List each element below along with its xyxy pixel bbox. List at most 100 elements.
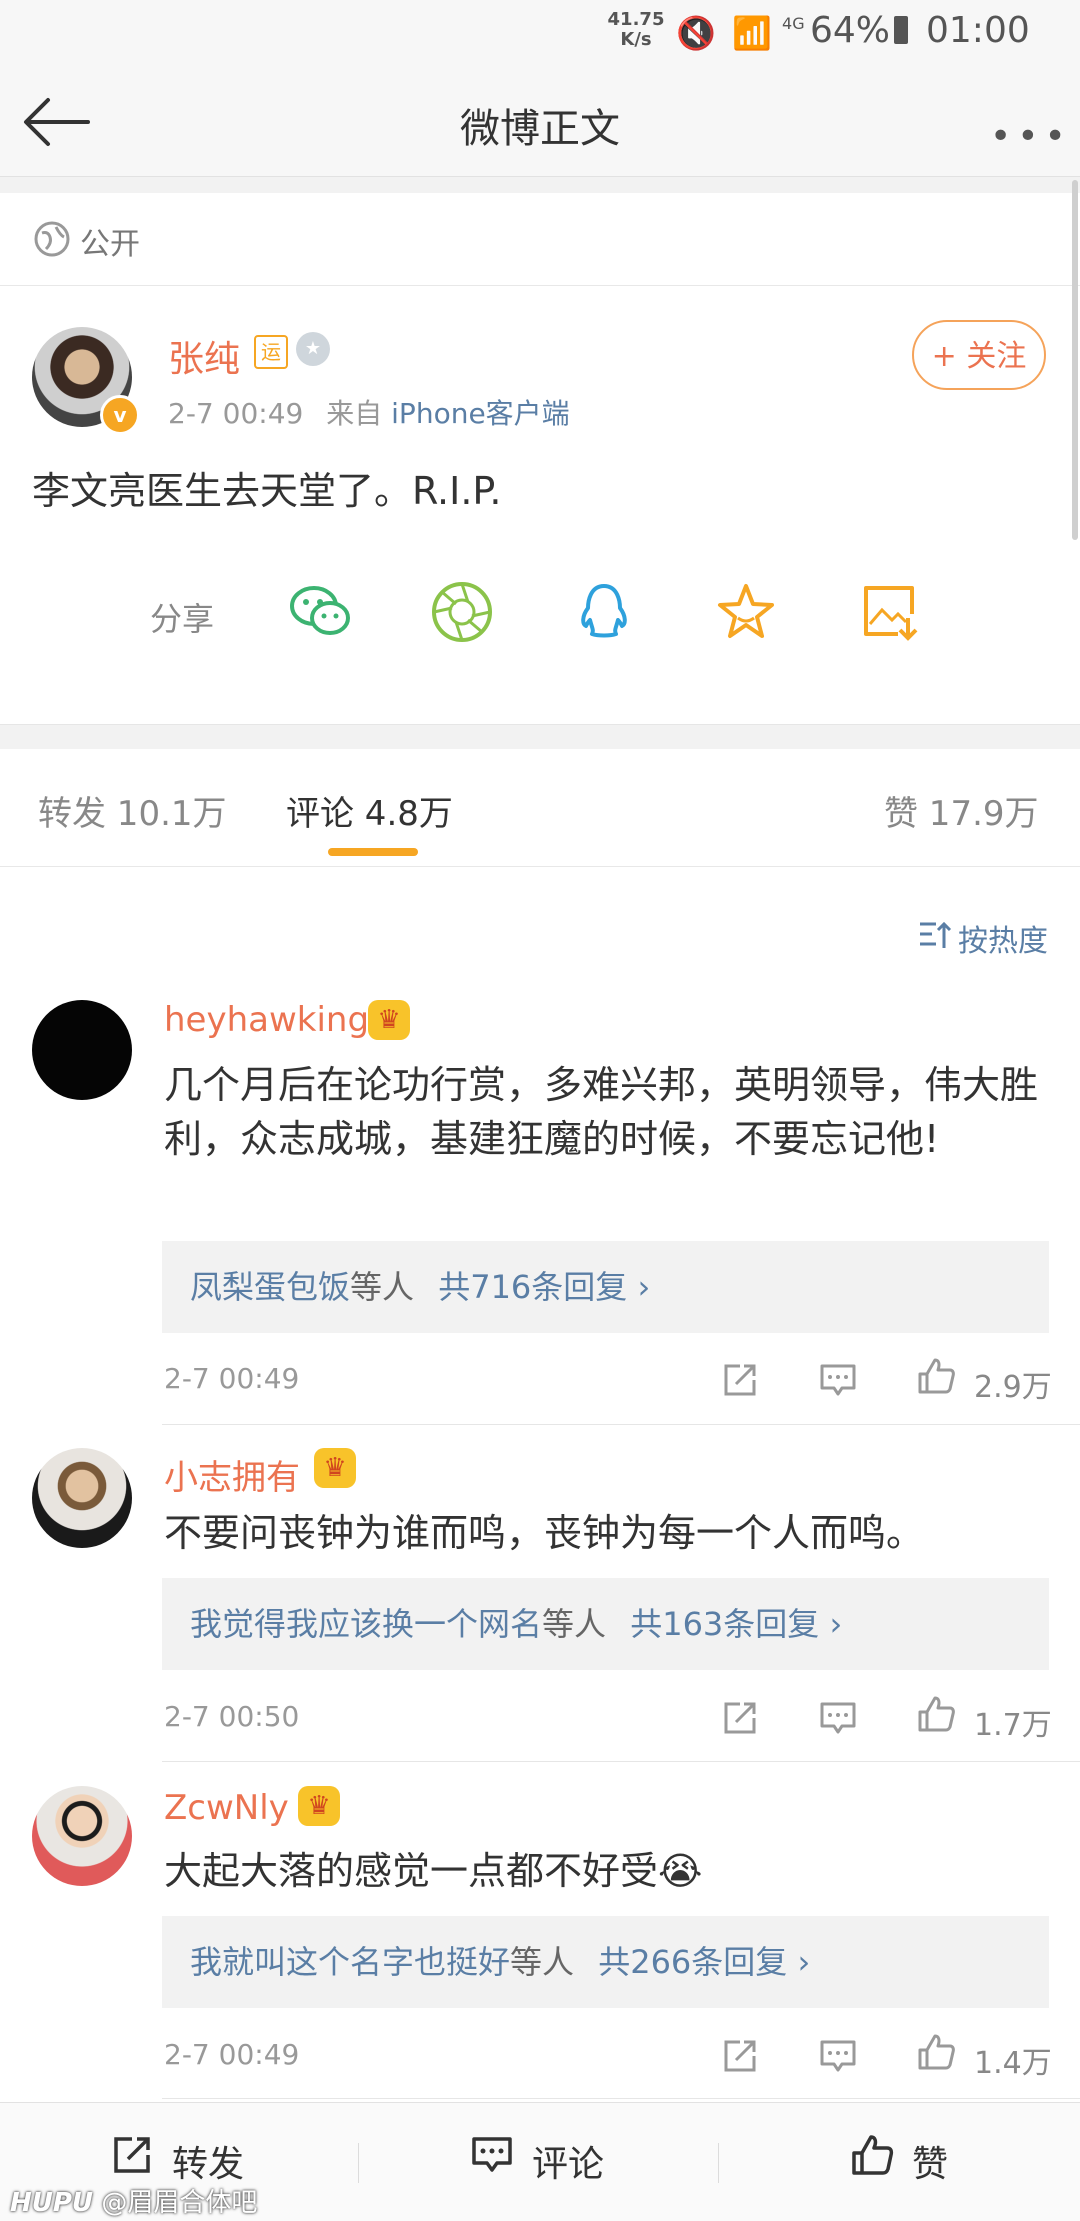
scrollbar[interactable] (1072, 180, 1078, 540)
tab-repost[interactable]: 转发 10.1万 (38, 786, 227, 835)
comment-icon (472, 2137, 512, 2172)
wechat-icon[interactable] (288, 580, 352, 644)
divider (162, 1761, 1080, 1762)
status-icons: 🔇 📶 4G (676, 14, 805, 52)
comment-time: 2-7 00:49 (164, 2038, 300, 2071)
crown-badge-icon: ♛ (368, 1000, 410, 1040)
comment-text: 几个月后在论功行赏，多难兴邦，英明领导，伟大胜利，众志成城，基建狂魔的时候，不要… (164, 1063, 1039, 1161)
divider (162, 1424, 1080, 1425)
divider (0, 177, 1080, 193)
reply-user: 我觉得我应该换一个网名 (190, 1605, 543, 1643)
reply-user: 凤梨蛋包饭 (190, 1268, 351, 1306)
comment-icon[interactable] (818, 1698, 858, 1738)
like-label: 赞 (912, 2144, 949, 2185)
commenter-name[interactable]: 小志拥有 (164, 1450, 300, 1499)
repost-label: 转发 (172, 2144, 245, 2185)
visibility-row: 公开 (0, 193, 1080, 286)
reply-connector: 等人 (542, 1605, 607, 1643)
comment-button[interactable]: 评论 (470, 2135, 604, 2187)
like-icon[interactable] (916, 1356, 956, 1396)
like-button[interactable]: 赞 (850, 2135, 948, 2187)
network-speed-value: 41.75 (607, 9, 665, 30)
verified-badge-icon: v (100, 395, 140, 435)
like-count: 2.9万 (974, 1370, 1052, 1405)
reply-connector: 等人 (510, 1943, 575, 1981)
post-meta: 2-7 00:49 来自 iPhone客户端 (168, 392, 570, 432)
yun-badge-icon: 运 (254, 335, 288, 369)
commenter-avatar[interactable] (32, 1000, 132, 1100)
network-speed: 41.75 K/s (606, 10, 666, 50)
divider (718, 2143, 719, 2183)
qq-icon[interactable] (572, 580, 636, 644)
reply-summary[interactable]: 我就叫这个名字也挺好等人 共266条回复 › (162, 1916, 1049, 2008)
comment-text: 不要问丧钟为谁而鸣，丧钟为每一个人而鸣。 (164, 1511, 925, 1555)
reply-count: 共163条回复 › (630, 1605, 843, 1643)
comment-icon[interactable] (818, 2036, 858, 2076)
sort-icon (920, 921, 952, 948)
comment-text: 大起大落的感觉一点都不好受😭 (164, 1849, 703, 1893)
crown-badge-icon: ♛ (298, 1786, 340, 1826)
reply-connector: 等人 (350, 1268, 415, 1306)
reply-user: 我就叫这个名字也挺好 (190, 1943, 511, 1981)
save-image-icon[interactable] (858, 580, 922, 644)
repost-button[interactable]: 转发 (110, 2135, 244, 2187)
post-text: 李文亮医生去天堂了。R.I.P. (32, 469, 502, 513)
wifi-icon: 📶 (732, 14, 772, 52)
network-speed-unit: K/s (620, 29, 652, 50)
like-icon (852, 2135, 894, 2175)
author-name[interactable]: 张纯 (168, 330, 240, 382)
commenter-name[interactable]: heyhawking (164, 1000, 369, 1040)
post-tabs: 转发 10.1万 评论 4.8万 赞 17.9万 (0, 748, 1080, 867)
top-bar: 微博正文 ••• (0, 66, 1080, 177)
commenter-avatar[interactable] (32, 1448, 132, 1548)
commenter-avatar[interactable] (32, 1786, 132, 1886)
share-label: 分享 (150, 600, 215, 638)
globe-icon (34, 221, 70, 257)
watermark: HUPU @眉眉合体吧 (10, 2182, 257, 2219)
post-source[interactable]: iPhone客户端 (391, 397, 570, 430)
reply-summary[interactable]: 凤梨蛋包饭等人 共716条回复 › (162, 1241, 1049, 1333)
repost-icon[interactable] (720, 2036, 760, 2076)
moments-icon[interactable] (430, 580, 494, 644)
repost-icon (114, 2137, 150, 2173)
clock: 01:00 (926, 10, 1030, 51)
post-source-prefix: 来自 (326, 397, 383, 430)
repost-icon[interactable] (720, 1360, 760, 1400)
repost-icon[interactable] (720, 1698, 760, 1738)
tab-comment[interactable]: 评论 4.8万 (286, 786, 453, 835)
page-title: 微博正文 (460, 106, 620, 152)
status-bar: 41.75 K/s 🔇 📶 4G 64% 01:00 (0, 0, 1080, 66)
reply-count: 共266条回复 › (598, 1943, 811, 1981)
visibility-label: 公开 (80, 227, 140, 262)
sort-button[interactable]: 按热度 (918, 916, 1048, 960)
like-count: 1.4万 (974, 2046, 1052, 2081)
like-icon[interactable] (916, 2032, 956, 2072)
divider (358, 2143, 359, 2183)
divider (0, 724, 1080, 749)
watermark-brand: HUPU (10, 2188, 94, 2218)
sort-label: 按热度 (958, 924, 1048, 959)
more-menu-icon[interactable]: ••• (990, 116, 1072, 157)
follow-button[interactable]: + 关注 (912, 320, 1046, 390)
favorite-star-icon[interactable] (714, 580, 778, 644)
divider (162, 2098, 1080, 2099)
like-count: 1.7万 (974, 1708, 1052, 1743)
battery-level: 64% (810, 10, 891, 51)
comment-label: 评论 (532, 2144, 605, 2185)
medal-badge-icon: ★ (296, 332, 330, 366)
mute-icon: 🔇 (676, 14, 716, 52)
like-icon[interactable] (916, 1694, 956, 1734)
reply-count: 共716条回复 › (438, 1268, 651, 1306)
reply-summary[interactable]: 我觉得我应该换一个网名等人 共163条回复 › (162, 1578, 1049, 1670)
comment-time: 2-7 00:50 (164, 1700, 300, 1733)
active-tab-indicator (328, 848, 418, 856)
tab-like[interactable]: 赞 17.9万 (884, 786, 1039, 835)
battery-icon (894, 16, 908, 44)
signal-label: 4G (782, 14, 805, 33)
comment-icon[interactable] (818, 1360, 858, 1400)
commenter-name[interactable]: ZcwNly (164, 1788, 289, 1828)
comment-time: 2-7 00:49 (164, 1362, 300, 1395)
crown-badge-icon: ♛ (314, 1448, 356, 1488)
watermark-text: @眉眉合体吧 (101, 2188, 258, 2218)
post-time: 2-7 00:49 (168, 397, 304, 430)
